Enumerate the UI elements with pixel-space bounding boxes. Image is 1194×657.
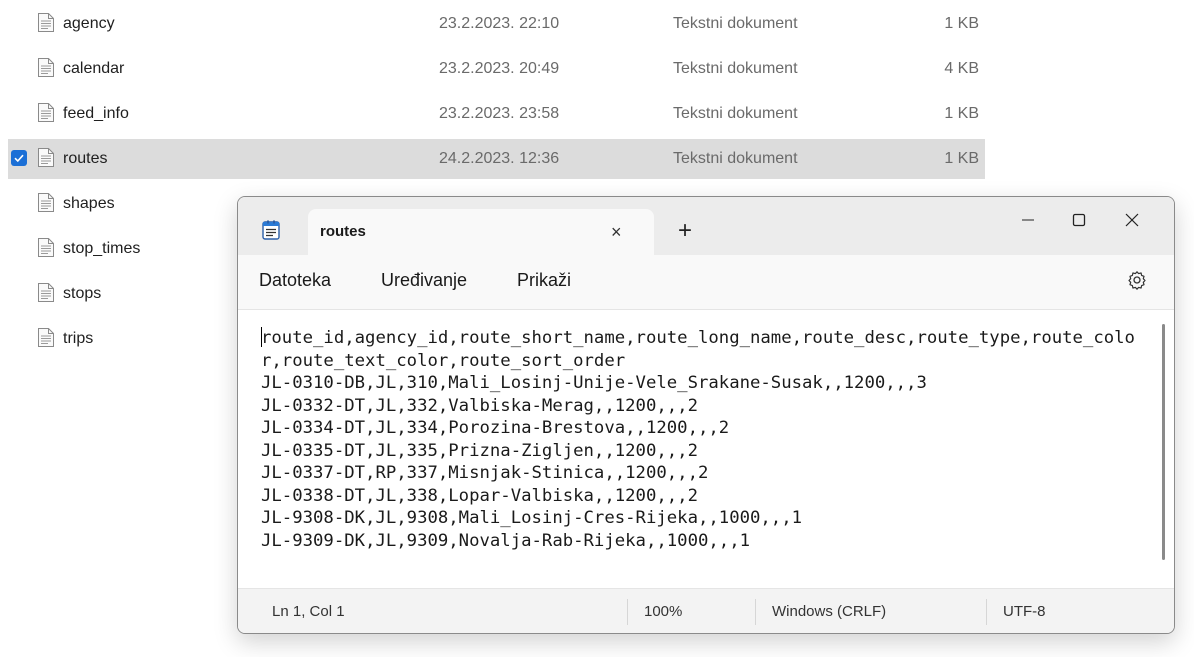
text-file-icon [37, 57, 55, 83]
tab-title: routes [320, 223, 366, 240]
file-date: 23.2.2023. 20:49 [439, 60, 560, 77]
file-date: 24.2.2023. 12:36 [439, 150, 560, 167]
minimize-icon [1022, 219, 1034, 221]
file-size: 1 KB [944, 15, 979, 32]
text-caret [261, 327, 262, 347]
file-date: 23.2.2023. 23:58 [439, 105, 560, 122]
minimize-button[interactable] [1005, 203, 1051, 239]
file-type: Tekstni dokument [673, 105, 798, 122]
editor-content[interactable]: route_id,agency_id,route_short_name,rout… [261, 327, 1141, 552]
file-name: shapes [63, 195, 115, 212]
file-size: 1 KB [944, 150, 979, 167]
file-row[interactable]: routes 24.2.2023. 12:36 Tekstni dokument 1 … [8, 139, 985, 179]
file-name: stops [63, 285, 102, 302]
file-name: trips [63, 330, 94, 347]
close-icon [1125, 213, 1139, 227]
title-bar[interactable]: routes × + [238, 197, 1174, 255]
file-row[interactable]: calendar 23.2.2023. 20:49 Tekstni dokument… [8, 49, 985, 89]
gear-icon[interactable] [1127, 270, 1147, 295]
text-file-icon [37, 282, 55, 308]
maximize-button[interactable] [1056, 203, 1102, 239]
checkbox-checked-icon[interactable] [11, 150, 27, 166]
file-date: 23.2.2023. 22:10 [439, 15, 560, 32]
maximize-icon [1072, 213, 1086, 227]
menu-edit[interactable]: Uređivanje [381, 270, 467, 291]
file-type: Tekstni dokument [673, 150, 798, 167]
zoom-level[interactable]: 100% [644, 603, 682, 620]
file-row[interactable]: feed_info 23.2.2023. 23:58 Tekstni dokumen… [8, 94, 985, 134]
file-name: calendar [63, 60, 125, 77]
file-row[interactable]: agency 23.2.2023. 22:10 Tekstni dokument 1 … [8, 4, 985, 44]
new-tab-button[interactable]: + [678, 219, 692, 243]
text-file-icon [37, 12, 55, 38]
encoding[interactable]: UTF-8 [1003, 603, 1046, 620]
text-file-icon [37, 102, 55, 128]
status-divider [755, 599, 756, 625]
menu-bar: Datoteka Uređivanje Prikaži [238, 255, 1174, 309]
text-file-icon [37, 237, 55, 263]
file-name: feed_info [63, 105, 129, 122]
text-file-icon [37, 327, 55, 353]
cursor-position: Ln 1, Col 1 [272, 603, 345, 620]
status-divider [986, 599, 987, 625]
notepad-app-icon [262, 220, 280, 245]
file-name: routes [63, 150, 108, 167]
file-name: agency [63, 15, 115, 32]
status-bar: Ln 1, Col 1 100% Windows (CRLF) UTF-8 [238, 589, 1174, 633]
file-size: 4 KB [944, 60, 979, 77]
text-file-icon [37, 192, 55, 218]
file-type: Tekstni dokument [673, 15, 798, 32]
text-file-icon [37, 147, 55, 173]
notepad-window: routes × + Datoteka Uređivanje Prikaži r… [237, 196, 1175, 634]
file-size: 1 KB [944, 105, 979, 122]
tab-routes[interactable]: routes × [308, 209, 654, 255]
file-type: Tekstni dokument [673, 60, 798, 77]
line-ending[interactable]: Windows (CRLF) [772, 603, 886, 620]
text-editor[interactable]: route_id,agency_id,route_short_name,rout… [238, 309, 1174, 589]
file-name: stop_times [63, 240, 141, 257]
vertical-scrollbar[interactable] [1162, 324, 1165, 560]
close-window-button[interactable] [1109, 203, 1155, 239]
status-divider [627, 599, 628, 625]
close-tab-icon[interactable]: × [611, 222, 622, 243]
menu-file[interactable]: Datoteka [259, 270, 331, 291]
menu-view[interactable]: Prikaži [517, 270, 571, 291]
